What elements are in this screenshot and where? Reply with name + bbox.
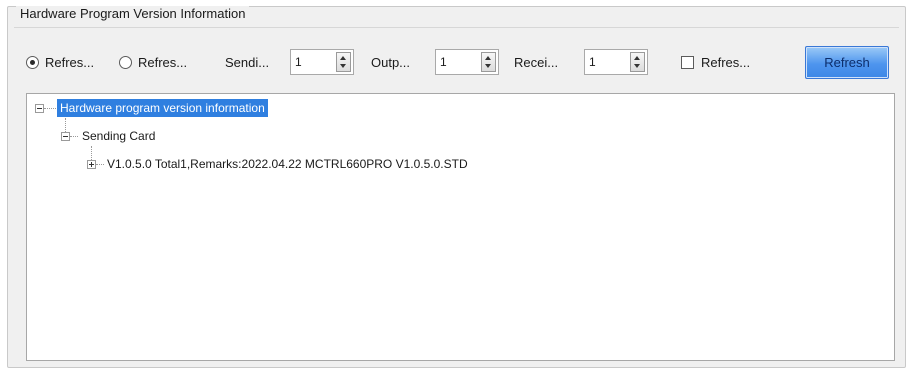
- refresh-option-1-radio[interactable]: [26, 56, 39, 69]
- output-spinner[interactable]: 1: [435, 49, 499, 75]
- group-border-line: [14, 27, 899, 28]
- sending-spinner[interactable]: 1: [290, 49, 354, 75]
- output-label: Outp...: [371, 55, 411, 70]
- spin-down-icon[interactable]: [340, 64, 346, 68]
- tree-connector: [96, 164, 104, 165]
- receiving-spinner-arrows[interactable]: [630, 52, 645, 72]
- spin-up-icon[interactable]: [485, 56, 491, 60]
- spin-up-icon[interactable]: [340, 56, 346, 60]
- toolbar: Refres... Refres... Sendi... 1 Outp... 1…: [8, 43, 905, 83]
- refresh-option-1-label[interactable]: Refres...: [45, 55, 94, 71]
- sending-spinner-arrows[interactable]: [336, 52, 351, 72]
- tree-leaf-node[interactable]: V1.0.5.0 Total1,Remarks:2022.04.22 MCTRL…: [107, 156, 468, 172]
- receiving-label: Recei...: [514, 55, 559, 70]
- refresh-option-2-label[interactable]: Refres...: [138, 55, 187, 71]
- version-tree[interactable]: Hardware program version information Sen…: [26, 93, 895, 361]
- auto-refresh-label[interactable]: Refres...: [701, 55, 750, 71]
- collapse-icon[interactable]: [61, 132, 70, 141]
- spin-up-icon[interactable]: [634, 56, 640, 60]
- expand-icon[interactable]: [87, 160, 96, 169]
- refresh-button[interactable]: Refresh: [805, 46, 889, 79]
- receiving-spinner[interactable]: 1: [584, 49, 648, 75]
- tree-child-node[interactable]: Sending Card: [82, 128, 155, 144]
- refresh-option-2-radio[interactable]: [119, 56, 132, 69]
- auto-refresh-checkbox[interactable]: [681, 56, 694, 69]
- tree-connector: [44, 108, 56, 109]
- receiving-value[interactable]: 1: [589, 55, 596, 69]
- tree-root-node[interactable]: Hardware program version information: [57, 99, 268, 117]
- tree-connector: [65, 118, 66, 132]
- sending-label: Sendi...: [225, 55, 270, 70]
- group-title: Hardware Program Version Information: [16, 6, 250, 22]
- tree-connector: [70, 136, 78, 137]
- sending-value[interactable]: 1: [295, 55, 302, 69]
- output-spinner-arrows[interactable]: [481, 52, 496, 72]
- collapse-icon[interactable]: [35, 104, 44, 113]
- output-value[interactable]: 1: [440, 55, 447, 69]
- tree-connector: [91, 146, 92, 160]
- hardware-version-group: Hardware Program Version Information Ref…: [7, 6, 906, 368]
- spin-down-icon[interactable]: [634, 64, 640, 68]
- spin-down-icon[interactable]: [485, 64, 491, 68]
